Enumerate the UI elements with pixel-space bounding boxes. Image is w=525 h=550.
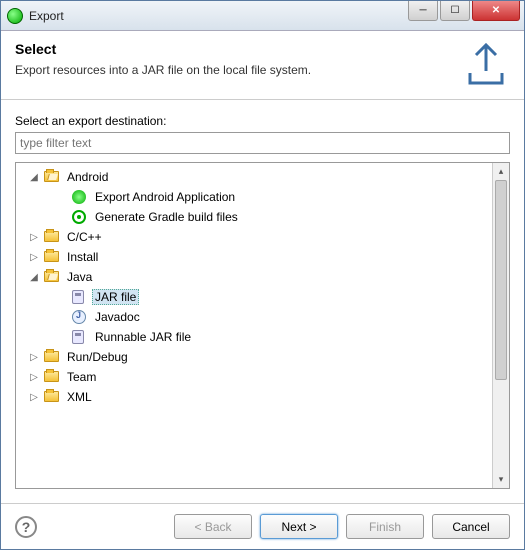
app-icon [7,8,23,24]
export-dialog: Export ─ ☐ ✕ Select Export resources int… [0,0,525,550]
window-title: Export [29,9,406,23]
gradle-icon [72,210,86,224]
scroll-thumb[interactable] [495,180,507,380]
tree-item-runnable-jar[interactable]: Runnable JAR file [16,327,492,347]
filter-input[interactable] [15,132,510,154]
expand-icon[interactable]: ▷ [28,391,40,403]
expand-icon[interactable]: ▷ [28,231,40,243]
tree-item-java[interactable]: ◢ Java [16,267,492,287]
tree-item-javadoc[interactable]: Javadoc [16,307,492,327]
back-button[interactable]: < Back [174,514,252,539]
scroll-up-icon[interactable]: ▴ [493,163,509,180]
collapse-icon[interactable]: ◢ [28,271,40,283]
tree-item-cpp[interactable]: ▷ C/C++ [16,227,492,247]
maximize-button[interactable]: ☐ [440,1,470,21]
expand-icon[interactable]: ▷ [28,371,40,383]
collapse-icon[interactable]: ◢ [28,171,40,183]
expand-icon[interactable]: ▷ [28,251,40,263]
tree-item-run-debug[interactable]: ▷ Run/Debug [16,347,492,367]
help-button[interactable]: ? [15,516,37,538]
button-bar: ? < Back Next > Finish Cancel [1,503,524,549]
tree-item-gradle[interactable]: Generate Gradle build files [16,207,492,227]
titlebar[interactable]: Export ─ ☐ ✕ [1,1,524,31]
minimize-button[interactable]: ─ [408,1,438,21]
page-description: Export resources into a JAR file on the … [15,63,462,77]
android-icon [72,190,86,204]
export-tree: ◢ Android Export Android Application Gen… [15,162,510,489]
tree-item-team[interactable]: ▷ Team [16,367,492,387]
finish-button[interactable]: Finish [346,514,424,539]
tree-item-install[interactable]: ▷ Install [16,247,492,267]
scrollbar[interactable]: ▴ ▾ [492,163,509,488]
expand-icon[interactable]: ▷ [28,351,40,363]
wizard-header: Select Export resources into a JAR file … [1,31,524,100]
tree-item-android[interactable]: ◢ Android [16,167,492,187]
javadoc-icon [72,310,86,324]
tree-item-jar-file[interactable]: JAR file [16,287,492,307]
close-button[interactable]: ✕ [472,1,520,21]
jar-icon [72,330,84,344]
jar-icon [72,290,84,304]
cancel-button[interactable]: Cancel [432,514,510,539]
tree-item-xml[interactable]: ▷ XML [16,387,492,407]
export-icon [462,41,510,89]
destination-label: Select an export destination: [15,114,510,128]
next-button[interactable]: Next > [260,514,338,539]
tree-item-export-android-app[interactable]: Export Android Application [16,187,492,207]
page-title: Select [15,41,462,57]
scroll-down-icon[interactable]: ▾ [493,471,509,488]
